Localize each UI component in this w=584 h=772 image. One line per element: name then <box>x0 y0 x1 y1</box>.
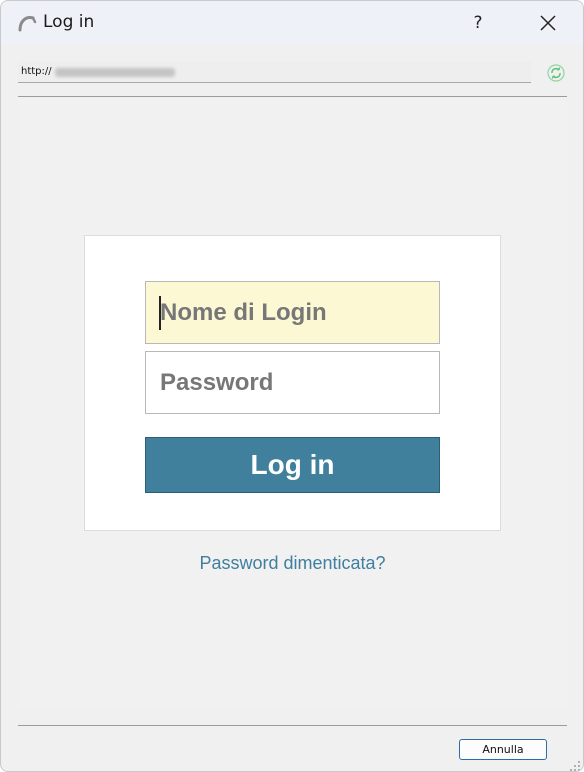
refresh-button[interactable] <box>546 63 566 83</box>
password-field[interactable]: Password <box>145 351 440 414</box>
cancel-button[interactable]: Annulla <box>459 739 547 760</box>
address-bar[interactable]: http:// <box>18 61 531 83</box>
login-dialog: Log in ? http:// Nome di Login Password … <box>0 0 584 772</box>
password-placeholder: Password <box>160 369 274 396</box>
close-icon <box>540 15 556 31</box>
url-prefix: http:// <box>21 66 52 77</box>
login-button[interactable]: Log in <box>145 437 440 493</box>
username-placeholder: Nome di Login <box>160 299 327 326</box>
web-content: Nome di Login Password Log in Password d… <box>18 97 567 707</box>
text-caret <box>159 296 161 330</box>
refresh-icon <box>547 64 565 82</box>
app-logo-icon <box>17 13 37 33</box>
username-field[interactable]: Nome di Login <box>145 281 440 344</box>
login-card: Nome di Login Password Log in <box>84 235 501 531</box>
title-bar: Log in ? <box>1 1 583 45</box>
url-redacted <box>55 68 175 77</box>
close-button[interactable] <box>531 7 565 39</box>
resize-grip-icon[interactable] <box>569 757 581 771</box>
footer-divider <box>18 725 567 726</box>
forgot-password-link[interactable]: Password dimenticata? <box>18 553 567 574</box>
window-title: Log in <box>43 12 95 32</box>
help-button[interactable]: ? <box>462 7 494 39</box>
